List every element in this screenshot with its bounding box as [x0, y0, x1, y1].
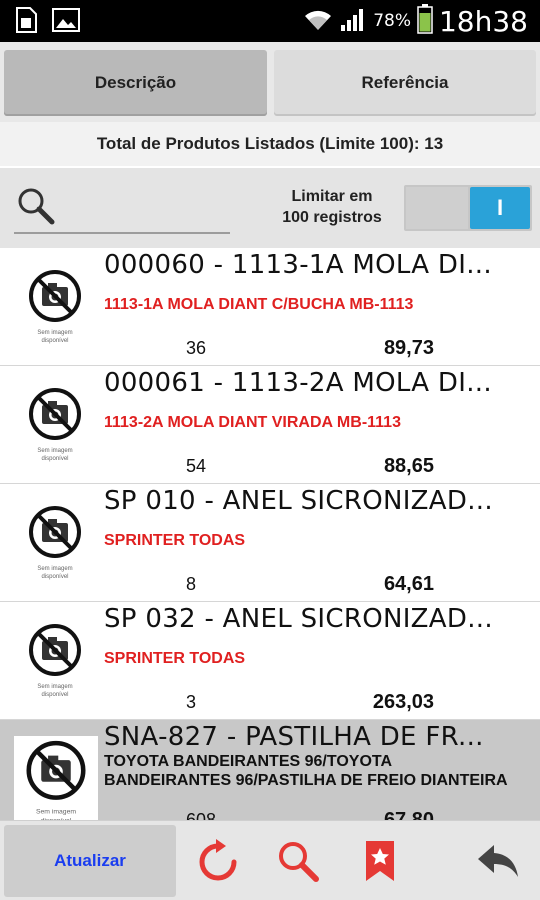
no-image-icon: Sem imagem disponível: [18, 620, 92, 704]
product-quantity: 3: [186, 692, 197, 712]
product-price: 67,80: [383, 809, 434, 820]
atualizar-button[interactable]: Atualizar: [4, 825, 176, 897]
product-price: 263,03: [372, 691, 434, 713]
no-image-text-line2: disponível: [41, 456, 68, 462]
no-image-text-line1: Sem imagem: [36, 809, 76, 816]
no-image-text-line1: Sem imagem: [37, 330, 72, 336]
limit-toggle[interactable]: I: [404, 185, 532, 231]
no-image-text-line2: disponível: [41, 574, 68, 580]
status-notifications: [14, 7, 80, 37]
product-price: 88,65: [383, 455, 434, 477]
signal-icon: [339, 5, 367, 37]
status-system: 78% 18h38: [303, 4, 528, 38]
product-quantity: 8: [186, 574, 197, 594]
product-quantity: 54: [186, 456, 207, 476]
bookmark-icon[interactable]: [354, 835, 406, 887]
refresh-icon[interactable]: [192, 835, 244, 887]
no-image-text-line1: Sem imagem: [37, 684, 72, 690]
product-title: 000061 - 1113-2A MOLA DI...: [104, 368, 492, 398]
no-image-text-line2: disponível: [41, 338, 68, 344]
search-mode-tabs: Descrição Referência: [0, 42, 540, 122]
no-image-icon: Sem imagem disponível: [18, 384, 92, 468]
product-title: SP 032 - ANEL SICRONIZAD...: [104, 604, 493, 634]
search-input[interactable]: [60, 190, 226, 226]
total-products-label: Total de Produtos Listados (Limite 100):…: [0, 122, 540, 166]
product-subtitle: 1113-2A MOLA DIANT VIRADA MB-1113: [104, 414, 401, 431]
limit-label: Limitar em 100 registros: [270, 186, 394, 228]
no-image-icon: Sem imagem disponível: [18, 266, 92, 350]
product-list[interactable]: Sem imagem disponível 000060 - 1113-1A M…: [0, 248, 540, 820]
product-subtitle: 1113-1A MOLA DIANT C/BUCHA MB-1113: [104, 296, 414, 313]
product-quantity: 608: [186, 810, 217, 820]
no-image-icon: Sem imagem disponível: [14, 736, 98, 820]
product-price: 89,73: [383, 337, 434, 359]
toggle-thumb[interactable]: I: [470, 187, 530, 229]
product-subtitle: TOYOTA BANDEIRANTES 96/TOYOTA BANDEIRANT…: [104, 753, 508, 789]
product-quantity: 36: [186, 338, 207, 358]
no-image-text-line1: Sem imagem: [37, 566, 72, 572]
sim-icon: [14, 7, 38, 37]
product-subtitle: SPRINTER TODAS: [104, 650, 246, 667]
tab-referencia[interactable]: Referência: [274, 50, 536, 116]
toggle-track: [406, 187, 468, 229]
search-icon[interactable]: [272, 835, 324, 887]
product-title: SP 010 - ANEL SICRONIZAD...: [104, 486, 493, 516]
no-image-text-line2: disponível: [41, 692, 68, 698]
search-row: Limitar em 100 registros I: [0, 168, 540, 248]
search-field-icon: [16, 186, 56, 230]
product-title: 000060 - 1113-1A MOLA DI...: [104, 250, 492, 280]
no-image-text-line1: Sem imagem: [37, 448, 72, 454]
tab-descricao[interactable]: Descrição: [4, 50, 267, 116]
list-item[interactable]: Sem imagem disponível SNA-827 - PASTILHA…: [0, 720, 540, 820]
status-bar: 78% 18h38: [0, 0, 540, 42]
clock: 18h38: [438, 4, 528, 38]
list-item[interactable]: Sem imagem disponível 000061 - 1113-2A M…: [0, 366, 540, 484]
battery-icon: [417, 4, 433, 38]
image-icon: [52, 7, 80, 37]
bottom-toolbar: Atualizar: [0, 820, 540, 900]
list-item[interactable]: Sem imagem disponível SP 010 - ANEL SICR…: [0, 484, 540, 602]
limit-label-line2: 100 registros: [282, 209, 382, 226]
product-title: SNA-827 - PASTILHA DE FR...: [104, 722, 484, 752]
battery-percent: 78%: [373, 11, 411, 31]
product-price: 64,61: [383, 573, 434, 595]
limit-label-line1: Limitar em: [291, 188, 373, 205]
wifi-icon: [303, 6, 333, 36]
no-image-icon: Sem imagem disponível: [18, 502, 92, 586]
product-subtitle: SPRINTER TODAS: [104, 532, 246, 549]
list-item[interactable]: Sem imagem disponível 000060 - 1113-1A M…: [0, 248, 540, 366]
search-field[interactable]: [14, 182, 230, 234]
list-item[interactable]: Sem imagem disponível SP 032 - ANEL SICR…: [0, 602, 540, 720]
back-icon[interactable]: [472, 835, 524, 887]
